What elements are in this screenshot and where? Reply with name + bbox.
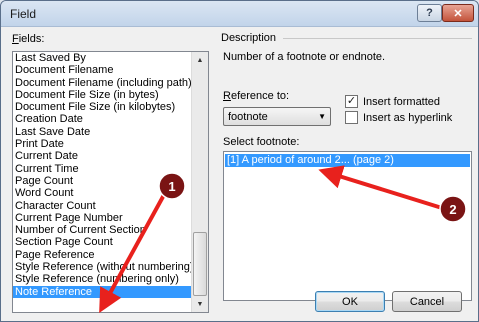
fields-list-item[interactable]: Page Count xyxy=(13,175,193,187)
title-bar[interactable]: Field ? ✕ xyxy=(1,1,478,27)
chevron-down-icon: ▼ xyxy=(318,112,326,121)
help-icon: ? xyxy=(426,7,433,19)
scroll-down-icon[interactable]: ▼ xyxy=(192,296,208,312)
fields-list-item[interactable]: Last Save Date xyxy=(13,126,193,138)
fields-list-item[interactable]: Document Filename xyxy=(13,64,193,76)
fields-list-item[interactable]: Section Page Count xyxy=(13,236,193,248)
fields-list-item[interactable]: Print Date xyxy=(13,138,193,150)
fields-list-item[interactable]: Document File Size (in kilobytes) xyxy=(13,101,193,113)
insert-hyperlink-checkbox[interactable] xyxy=(345,111,358,124)
select-footnote-label: Select footnote: xyxy=(223,136,300,148)
fields-list-item[interactable]: Current Time xyxy=(13,163,193,175)
cancel-button[interactable]: Cancel xyxy=(392,291,462,312)
fields-list-item[interactable]: Word Count xyxy=(13,187,193,199)
fields-scrollbar[interactable]: ▲ ▼ xyxy=(191,52,208,312)
fields-list-item[interactable]: Style Reference (without numbering) xyxy=(13,261,193,273)
fields-list-item[interactable]: Document Filename (including path) xyxy=(13,77,193,89)
ok-button[interactable]: OK xyxy=(315,291,385,312)
reference-to-label: Reference to: xyxy=(223,90,290,102)
description-heading: Description xyxy=(221,32,277,44)
footnote-item[interactable]: [1] A period of around 2... (page 2) xyxy=(225,154,470,167)
dialog-body: Fields: Last Saved By Document Filename Do… xyxy=(1,27,478,321)
window-title: Field xyxy=(10,7,37,21)
insert-hyperlink-label: Insert as hyperlink xyxy=(363,111,453,124)
footnote-listbox[interactable]: [1] A period of around 2... (page 2) xyxy=(223,151,472,301)
insert-hyperlink-option[interactable]: Insert as hyperlink xyxy=(345,111,452,124)
check-icon: ✓ xyxy=(346,95,357,107)
reference-to-value: footnote xyxy=(228,111,268,123)
description-text: Number of a footnote or endnote. xyxy=(223,51,386,63)
fields-list-item[interactable]: Character Count xyxy=(13,200,193,212)
fields-list: Last Saved By Document Filename Document F… xyxy=(13,52,193,298)
fields-label: Fields: xyxy=(12,33,45,45)
fields-list-item[interactable]: Note Reference xyxy=(13,285,193,298)
insert-formatted-label: Insert formatted xyxy=(363,95,441,108)
scroll-thumb[interactable] xyxy=(193,232,207,296)
fields-listbox[interactable]: Last Saved By Document Filename Document F… xyxy=(12,51,209,313)
fields-list-item[interactable]: Current Page Number xyxy=(13,212,193,224)
description-divider xyxy=(283,38,472,39)
reference-to-select[interactable]: footnote ▼ xyxy=(223,107,331,126)
field-dialog: Field ? ✕ Fields: Last Saved By Document … xyxy=(0,0,479,322)
close-button[interactable]: ✕ xyxy=(442,4,474,22)
fields-list-item[interactable]: Current Date xyxy=(13,150,193,162)
help-button[interactable]: ? xyxy=(417,4,442,22)
fields-list-item[interactable]: Document File Size (in bytes) xyxy=(13,89,193,101)
fields-list-item[interactable]: Last Saved By xyxy=(13,52,193,64)
fields-list-item[interactable]: Page Reference xyxy=(13,249,193,261)
scroll-up-icon[interactable]: ▲ xyxy=(192,52,208,68)
close-icon: ✕ xyxy=(453,7,463,20)
insert-formatted-option[interactable]: ✓ Insert formatted xyxy=(345,95,440,108)
fields-list-item[interactable]: Number of Current Section xyxy=(13,224,193,236)
fields-list-item[interactable]: Style Reference (numbering only) xyxy=(13,273,193,285)
insert-formatted-checkbox[interactable]: ✓ xyxy=(345,95,358,108)
fields-list-item[interactable]: Creation Date xyxy=(13,113,193,125)
